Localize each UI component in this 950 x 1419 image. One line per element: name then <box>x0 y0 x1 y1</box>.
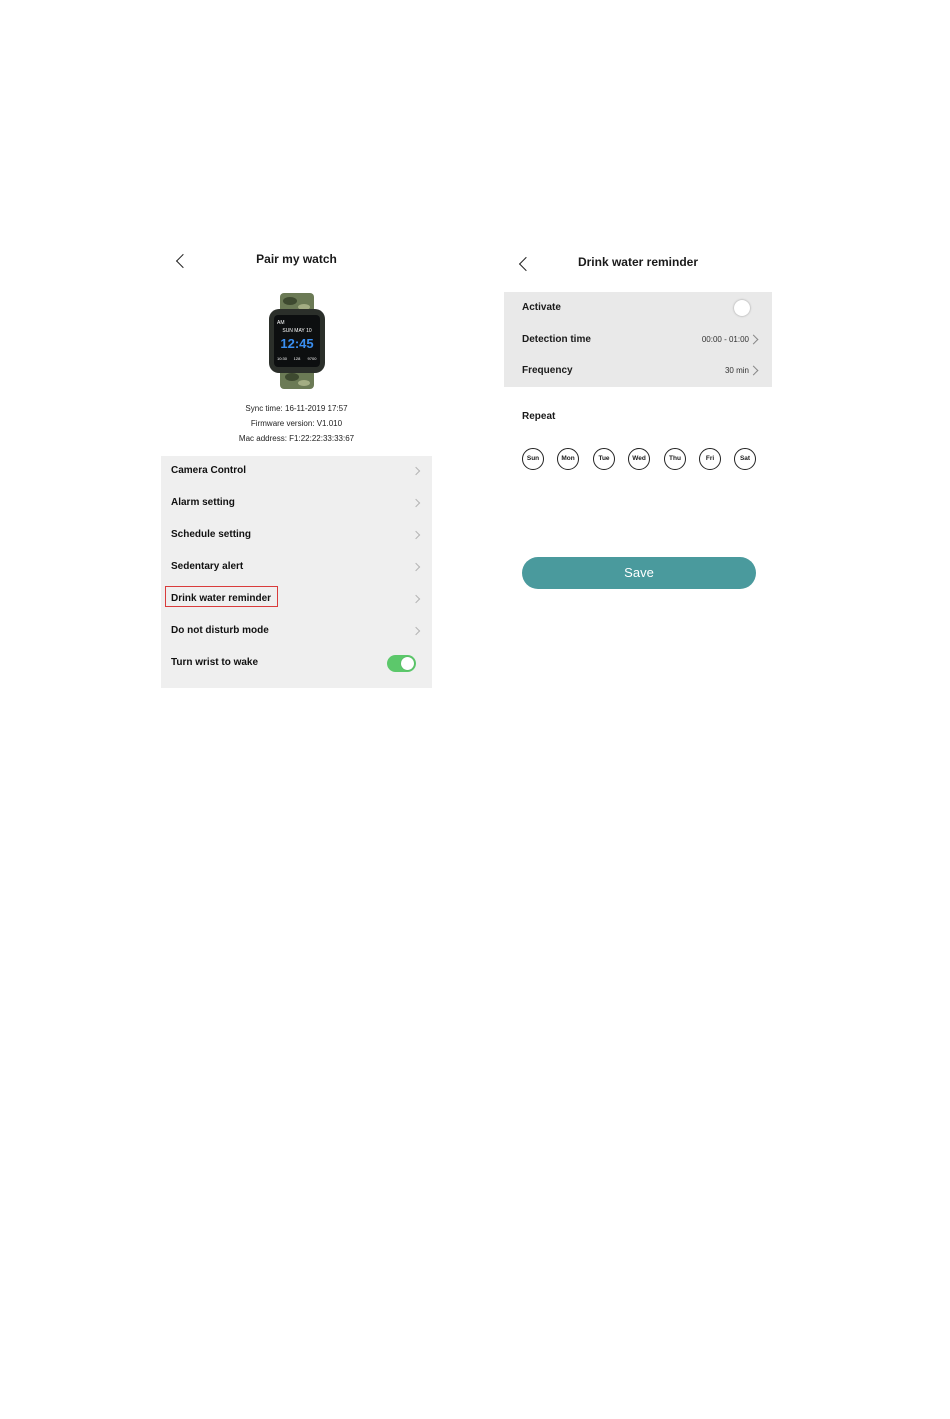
watch-date: SUN MAY 10 <box>282 328 311 334</box>
watch-image: AM SUN MAY 10 12:45 10:30 128 9700 <box>269 293 325 389</box>
chevron-right-icon <box>748 365 759 376</box>
day-mon[interactable]: Mon <box>557 448 579 470</box>
watch-value-1: 10:30 <box>277 356 288 361</box>
page-title: Drink water reminder <box>577 255 699 269</box>
menu-item-label: Turn wrist to wake <box>171 657 259 668</box>
menu-item-label: Schedule setting <box>171 529 252 540</box>
menu-item-drink-water-reminder[interactable]: Drink water reminder <box>161 584 432 616</box>
repeat-label: Repeat <box>522 411 556 422</box>
menu-item-camera-control[interactable]: Camera Control <box>161 456 432 488</box>
chevron-right-icon <box>411 594 421 604</box>
drink-water-reminder-screen: Drink water reminder Activate Detection … <box>504 240 772 600</box>
day-sat[interactable]: Sat <box>734 448 756 470</box>
detection-time-value: 00:00 - 01:00 <box>701 335 749 344</box>
frequency-row[interactable]: Frequency 30 min <box>504 355 772 387</box>
chevron-right-icon <box>411 466 421 476</box>
save-button[interactable]: Save <box>522 557 756 589</box>
frequency-label: Frequency <box>522 365 573 376</box>
menu-item-label: Drink water reminder <box>171 593 272 604</box>
menu-item-label: Alarm setting <box>171 497 235 508</box>
menu-item-alarm-setting[interactable]: Alarm setting <box>161 488 432 520</box>
menu-item-label: Sedentary alert <box>171 561 244 572</box>
menu-item-do-not-disturb[interactable]: Do not disturb mode <box>161 616 432 648</box>
firmware-version: Firmware version: V1.010 <box>250 419 343 428</box>
mac-address: Mac address: F1:22:22:33:33:67 <box>238 434 355 443</box>
day-fri[interactable]: Fri <box>699 448 721 470</box>
activate-toggle[interactable] <box>734 300 750 316</box>
day-thu[interactable]: Thu <box>664 448 686 470</box>
activate-label: Activate <box>522 302 561 313</box>
detection-time-row[interactable]: Detection time 00:00 - 01:00 <box>504 324 772 356</box>
menu-item-sedentary-alert[interactable]: Sedentary alert <box>161 552 432 584</box>
toggle-knob <box>401 657 414 670</box>
watch-value-3: 9700 <box>308 356 318 361</box>
watch-time: 12:45 <box>280 336 313 351</box>
day-sun[interactable]: Sun <box>522 448 544 470</box>
chevron-right-icon <box>411 562 421 572</box>
sync-time: Sync time: 16-11-2019 17:57 <box>245 404 348 413</box>
day-wed[interactable]: Wed <box>628 448 650 470</box>
menu-item-label: Camera Control <box>171 465 247 476</box>
menu-item-turn-wrist-to-wake: Turn wrist to wake <box>161 648 432 680</box>
settings-menu: Camera Control Alarm setting Schedule se… <box>161 456 432 688</box>
chevron-right-icon <box>411 498 421 508</box>
day-tue[interactable]: Tue <box>593 448 615 470</box>
activate-row: Activate <box>504 292 772 324</box>
reminder-settings: Activate Detection time 00:00 - 01:00 Fr… <box>504 292 772 387</box>
chevron-right-icon <box>411 530 421 540</box>
menu-item-label: Do not disturb mode <box>171 625 269 636</box>
pair-my-watch-screen: Pair my watch AM SUN MAY 10 12:45 10:30 … <box>161 240 432 688</box>
detection-time-label: Detection time <box>522 334 591 345</box>
watch-am: AM <box>277 320 285 326</box>
chevron-right-icon <box>748 334 759 345</box>
frequency-value: 30 min <box>724 366 749 375</box>
page-title: Pair my watch <box>256 252 337 266</box>
watch-value-2: 128 <box>294 356 301 361</box>
menu-item-schedule-setting[interactable]: Schedule setting <box>161 520 432 552</box>
chevron-right-icon <box>411 626 421 636</box>
turn-wrist-toggle[interactable] <box>387 655 416 672</box>
